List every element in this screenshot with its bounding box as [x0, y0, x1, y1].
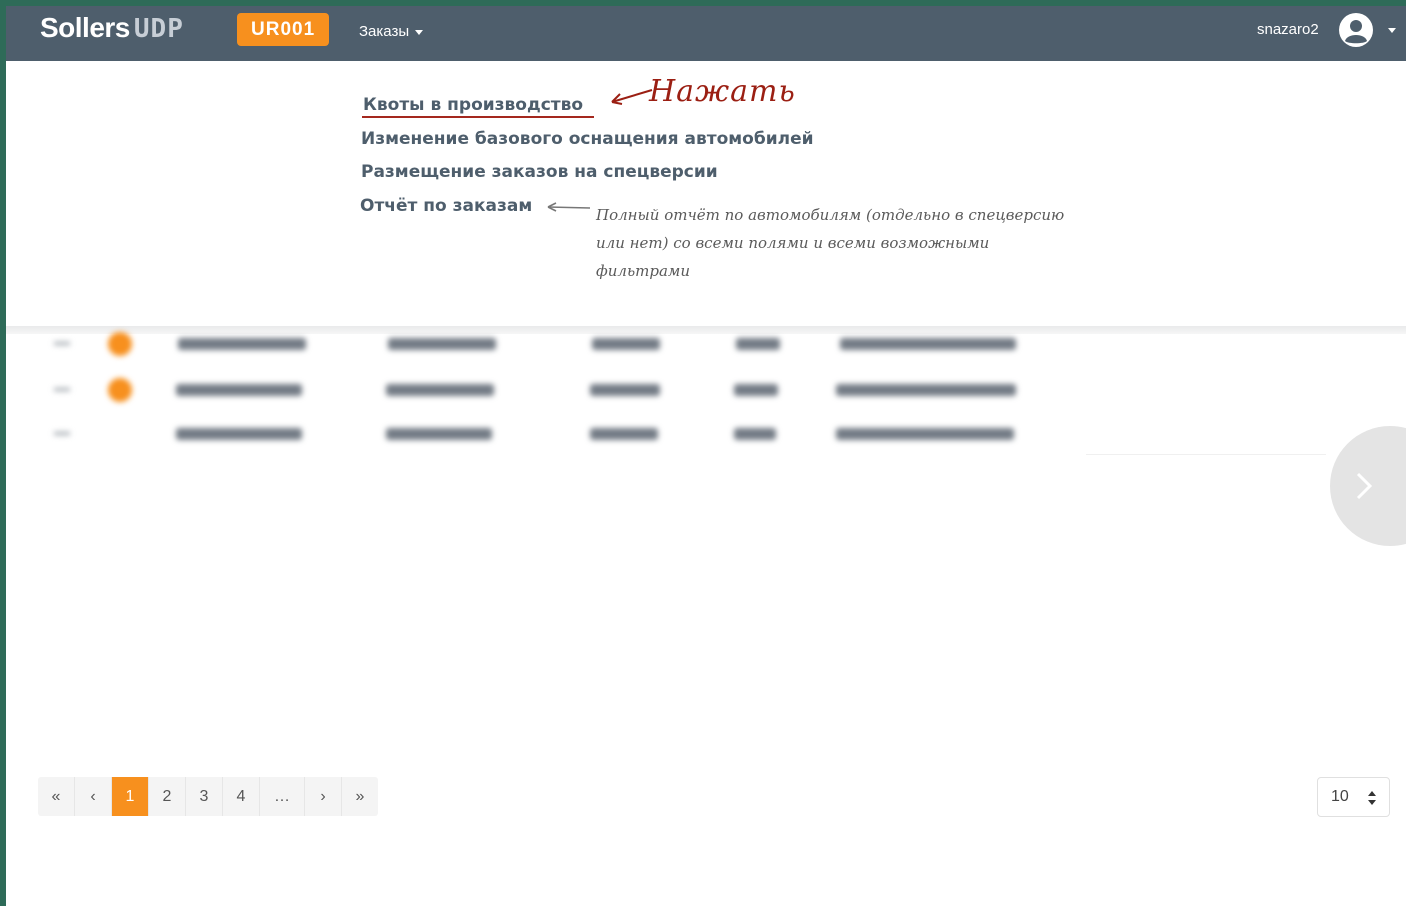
blurred-cell: [840, 338, 1016, 350]
chevron-right-icon: [1356, 472, 1373, 500]
page-2-button[interactable]: 2: [149, 777, 186, 816]
brand-logo[interactable]: Sollers UDP: [40, 12, 184, 52]
next-slide-button[interactable]: [1330, 426, 1406, 546]
top-navbar: Sollers UDP UR001 Заказы snazaro2: [6, 6, 1406, 61]
row-dash-icon: [54, 432, 70, 435]
page-size-value: 10: [1331, 788, 1349, 805]
blurred-cell: [386, 428, 492, 440]
sort-updown-icon: [1368, 791, 1376, 805]
page-ellipsis: …: [260, 777, 305, 816]
user-menu-chevron-icon[interactable]: [1388, 28, 1396, 33]
blurred-cell: [176, 384, 302, 396]
annotation-arrow-red-icon: [611, 89, 653, 105]
app-window: Sollers UDP UR001 Заказы snazaro2 Квоты …: [6, 6, 1406, 906]
table-row: [36, 422, 1086, 446]
blurred-cell: [836, 428, 1014, 440]
blurred-cell: [388, 338, 496, 350]
blurred-cell: [592, 338, 660, 350]
menu-item-base-equipment-change[interactable]: Изменение базового оснащения автомобилей: [361, 129, 814, 149]
orders-menu-toggle[interactable]: Заказы: [359, 23, 424, 40]
page-size-select[interactable]: 10: [1317, 777, 1390, 817]
orders-menu-label: Заказы: [359, 23, 410, 40]
pagination: « ‹ 1 2 3 4 … › »: [38, 777, 378, 816]
blurred-cell: [590, 428, 658, 440]
blurred-cell: [836, 384, 1016, 396]
table-row: [36, 378, 1086, 402]
status-dot-icon: [108, 332, 132, 356]
menu-item-production-quotas[interactable]: Квоты в производство: [363, 95, 583, 115]
blurred-cell: [734, 428, 776, 440]
page-4-button[interactable]: 4: [223, 777, 260, 816]
blurred-cell: [736, 338, 780, 350]
brand-suffix: UDP: [133, 14, 184, 44]
orders-table-blurred: [36, 328, 1086, 468]
user-avatar-icon[interactable]: [1338, 12, 1374, 48]
page-prev-button[interactable]: ‹: [75, 777, 112, 816]
page-3-button[interactable]: 3: [186, 777, 223, 816]
brand-name: Sollers: [40, 12, 130, 43]
annotation-arrow-gray-icon: [547, 202, 591, 212]
page-next-button[interactable]: ›: [305, 777, 342, 816]
status-dot-icon: [108, 378, 132, 402]
page-first-button[interactable]: «: [38, 777, 75, 816]
blurred-cell: [590, 384, 660, 396]
page-1-button[interactable]: 1: [112, 777, 149, 816]
blurred-cell: [734, 384, 778, 396]
chevron-down-icon: [415, 29, 424, 35]
username-label[interactable]: snazaro2: [1257, 21, 1319, 38]
menu-item-special-version-orders[interactable]: Размещение заказов на спецверсии: [361, 162, 718, 182]
annotation-click-note: Нажать: [649, 74, 796, 109]
menu-item-orders-report[interactable]: Отчёт по заказам: [360, 196, 532, 216]
blurred-cell: [176, 428, 302, 440]
table-row: [36, 332, 1086, 356]
page-last-button[interactable]: »: [342, 777, 378, 816]
row-dash-icon: [54, 388, 70, 391]
row-divider: [1086, 454, 1326, 455]
annotation-underline: [362, 116, 594, 118]
blurred-cell: [386, 384, 494, 396]
blurred-cell: [178, 338, 306, 350]
annotation-report-note: Полный отчёт по автомобилям (отдельно в …: [596, 206, 1065, 280]
row-dash-icon: [54, 342, 70, 345]
dealer-code-badge[interactable]: UR001: [237, 13, 330, 46]
